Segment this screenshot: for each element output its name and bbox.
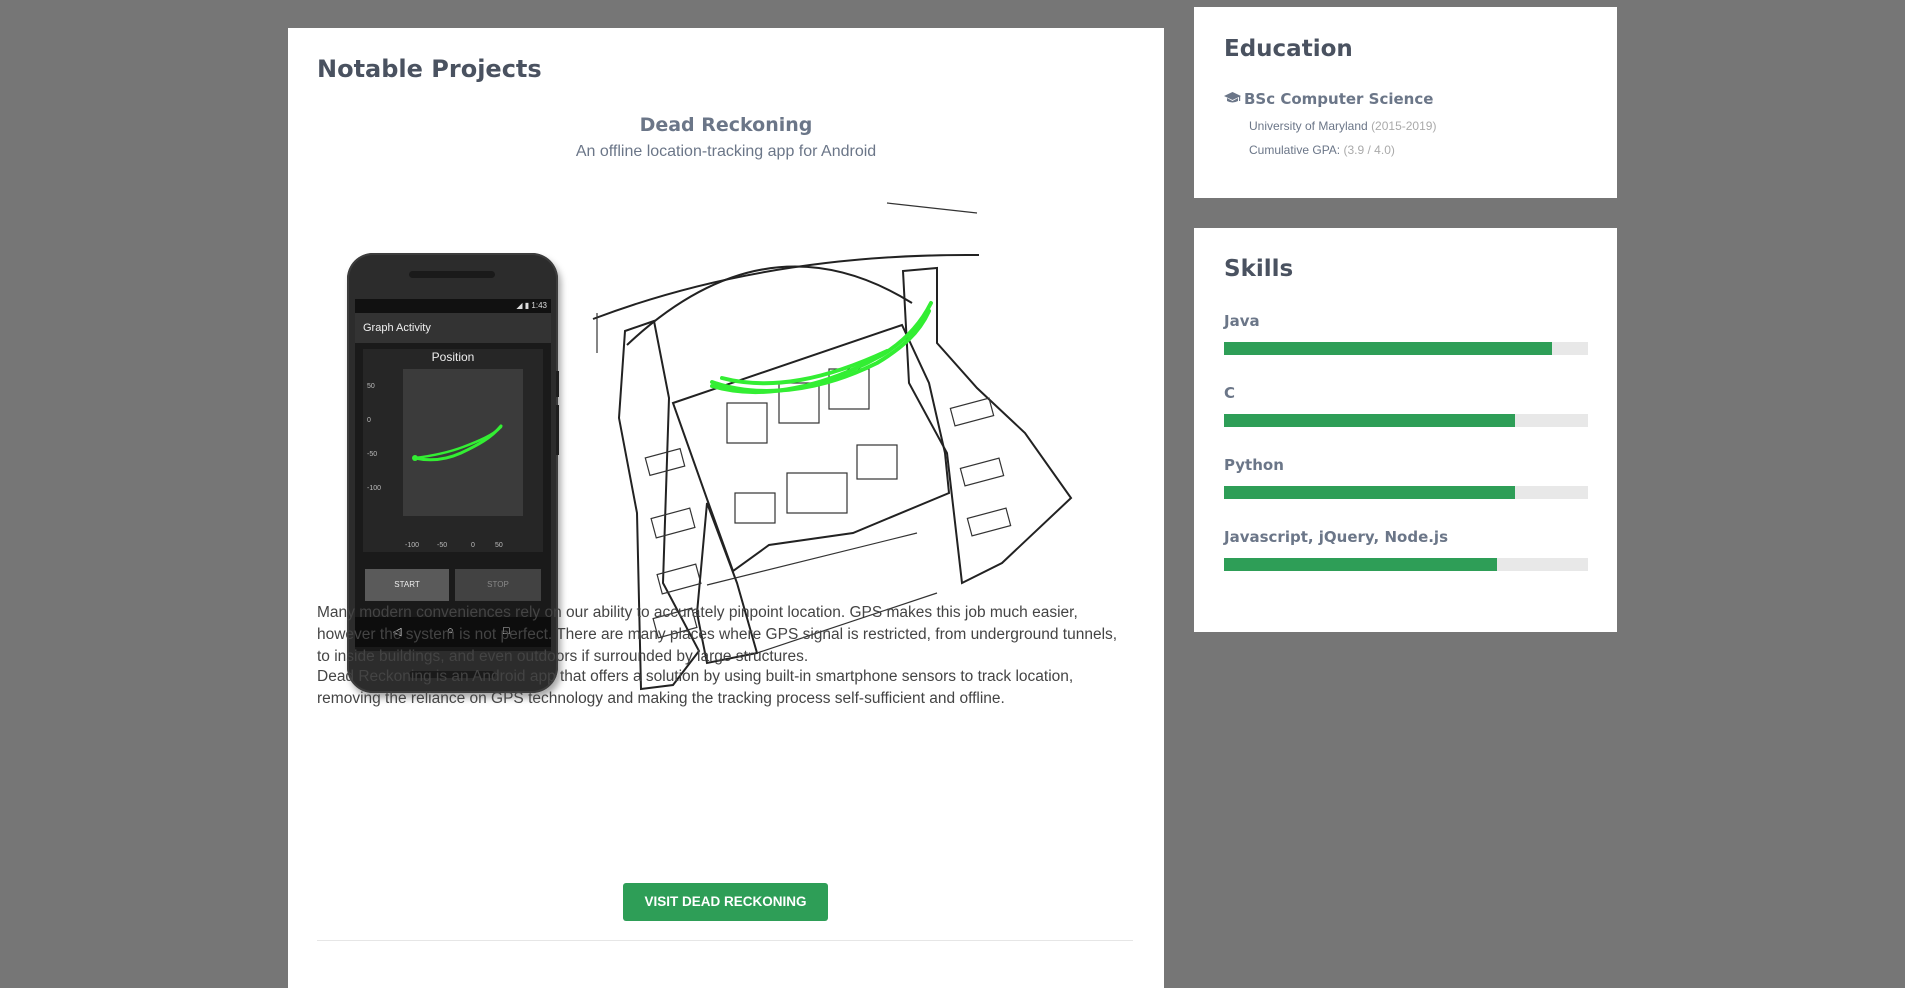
skill-bar [1224,558,1588,571]
skill-label: Java [1224,312,1260,330]
skill-bar [1224,486,1588,499]
project-title: Dead Reckoning [639,114,813,136]
battery-icon: ▮ [524,301,530,310]
skills-title: Skills [1224,256,1294,282]
app-bar-title: Graph Activity [355,313,551,343]
skill-bar-fill [1224,558,1497,571]
visit-dead-reckoning-button[interactable]: VISIT DEAD RECKONING [623,883,828,921]
skill-label: C [1224,384,1236,402]
skill-bar-fill [1224,342,1552,355]
gpa-value: (3.9 / 4.0) [1343,143,1395,157]
y-tick: 50 [367,383,375,390]
signal-icon: ◢ [516,301,523,310]
y-tick: -50 [367,451,378,458]
x-tick: -100 [405,542,420,549]
status-time: 1:43 [531,301,547,310]
plot-area [403,369,523,516]
skill-bar [1224,342,1588,355]
y-tick: 0 [367,417,371,424]
phone-screen: ◢ ▮ 1:43 Graph Activity Position 50 0 -5… [355,299,551,651]
graduation-cap-icon [1224,90,1241,108]
project-subtitle: An offline location-tracking app for And… [575,143,877,160]
degree: BSc Computer Science [1224,90,1433,108]
plot-title: Position [431,350,475,364]
section-title: Notable Projects [317,55,542,83]
skill-bar-fill [1224,486,1516,499]
project-description: Dead Reckoning is an Android app that of… [317,668,1074,707]
phone-speaker [409,271,495,278]
stop-button: STOP [455,569,541,601]
degree-name: BSc Computer Science [1244,90,1434,108]
school-years: (2015-2019) [1371,119,1437,133]
x-tick: 50 [495,542,503,549]
education-title: Education [1224,36,1353,62]
trajectory-path [412,424,503,462]
education-card: Education BSc Computer Science Universit… [1194,7,1617,198]
skill-label: Python [1224,456,1284,474]
school-name: University of Maryland [1249,119,1368,133]
school-line: University of Maryland (2015-2019) [1249,119,1436,133]
skills-card: Skills Java C Python Javascript, jQuery,… [1194,228,1617,632]
skill-bar [1224,414,1588,427]
gpa-label: Cumulative GPA: [1249,143,1341,157]
position-plot: Position 50 0 -50 -100 -100 -50 0 50 [363,349,543,552]
project-description: Many modern conveniences rely on our abi… [317,604,1118,665]
x-tick: -50 [437,542,448,549]
projects-card: Notable Projects Dead Reckoning An offli… [288,28,1164,988]
start-button: START [365,569,449,601]
skill-label: Javascript, jQuery, Node.js [1224,528,1449,546]
y-tick: -100 [367,485,382,492]
x-tick: 0 [471,542,475,549]
gpa-line: Cumulative GPA: (3.9 / 4.0) [1249,143,1395,157]
phone-button-row: START STOP [365,569,541,601]
divider [317,940,1133,941]
skill-bar-fill [1224,414,1516,427]
status-bar: ◢ ▮ 1:43 [355,299,551,313]
